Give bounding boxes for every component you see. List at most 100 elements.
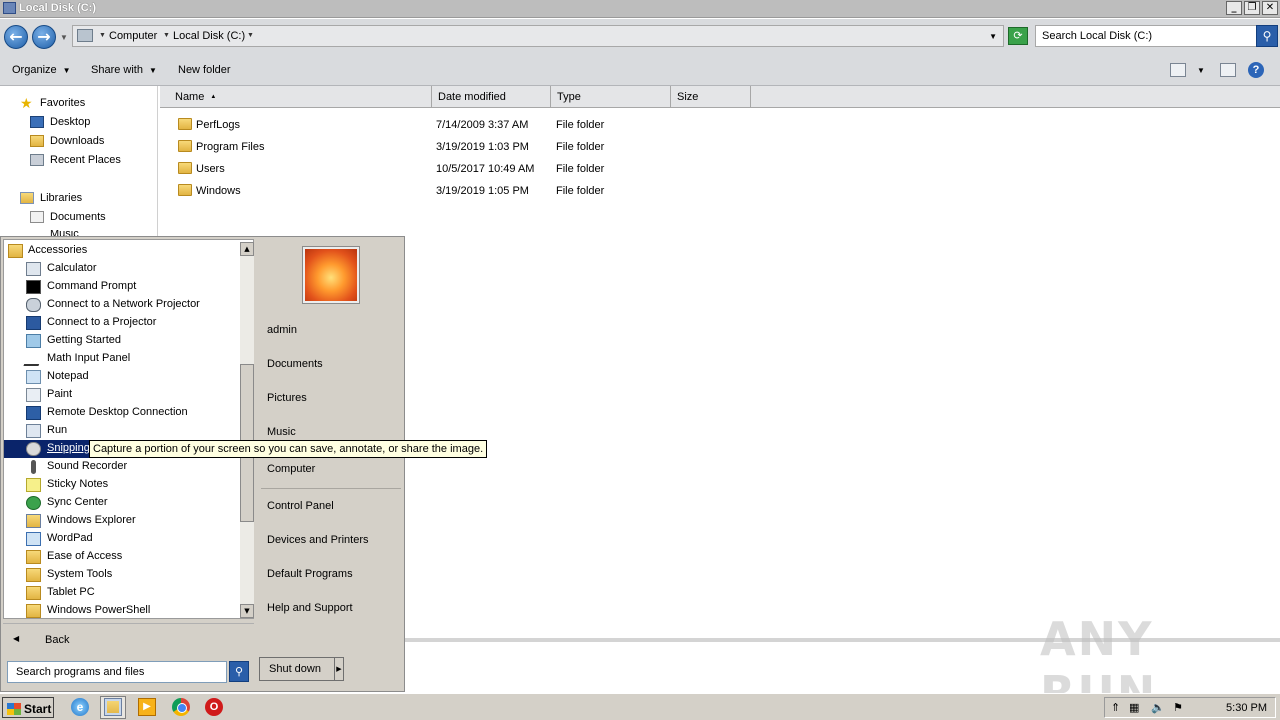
program-item-wordpad[interactable]: WordPad [4,530,238,548]
program-label: Paint [47,388,73,400]
search-icon[interactable]: ⚲ [1256,25,1278,47]
program-item-getting-started[interactable]: Getting Started [4,332,238,350]
program-item-windows-explorer[interactable]: Windows Explorer [4,512,238,530]
forward-arrow-icon[interactable]: → [32,25,56,49]
program-item-paint[interactable]: Paint [4,386,238,404]
shutdown-options-icon[interactable]: ▶ [334,657,344,681]
breadcrumb-local-disk[interactable]: Local Disk (C:) [173,30,245,42]
nav-item-desktop[interactable]: Desktop [30,116,90,128]
program-item-sync-center[interactable]: Sync Center [4,494,238,512]
scroll-down-icon[interactable]: ▼ [240,604,254,618]
program-item-tablet-pc[interactable]: Tablet PC [4,584,238,602]
organize-button[interactable]: Organize ▼ [12,64,71,76]
program-item-math-input-panel[interactable]: Math Input Panel [4,350,238,368]
programs-scrollbar[interactable]: ▲ ▼ [240,242,254,618]
program-item-accessories[interactable]: Accessories [4,242,238,260]
new-folder-button[interactable]: New folder [178,64,231,76]
windows-explorer-icon[interactable] [104,698,122,716]
preview-pane-icon[interactable] [1220,63,1236,77]
folder-icon [178,162,192,174]
program-item-calculator[interactable]: Calculator [4,260,238,278]
column-date-modified[interactable]: Date modified [432,86,551,108]
shut-down-button[interactable]: Shut down [259,657,335,681]
program-item-command-prompt[interactable]: Command Prompt [4,278,238,296]
start-search-input[interactable]: Search programs and files [7,661,227,683]
column-size[interactable]: Size [671,86,751,108]
address-bar[interactable]: ▼ Computer ▼ Local Disk (C:) ▼ ▼ [72,25,1004,47]
link-help-and-support[interactable]: Help and Support [267,602,353,614]
file-date: 3/19/2019 1:03 PM [436,141,529,153]
address-dropdown-icon[interactable]: ▼ [989,32,997,41]
link-documents[interactable]: Documents [267,358,323,370]
chrome-icon[interactable] [172,698,190,716]
breadcrumb-computer[interactable]: Computer [109,30,157,42]
search-icon[interactable]: ⚲ [229,661,249,682]
link-computer[interactable]: Computer [267,463,315,475]
recent-pages-dropdown-icon[interactable]: ▼ [60,33,68,42]
program-item-remote-desktop[interactable]: Remote Desktop Connection [4,404,238,422]
share-with-button[interactable]: Share with ▼ [91,64,157,76]
file-type: File folder [556,185,605,197]
view-options-dropdown-icon[interactable]: ▼ [1197,66,1205,75]
close-button[interactable]: ✕ [1262,1,1278,15]
media-player-icon[interactable]: ▶ [138,698,156,716]
program-item-network-projector[interactable]: Connect to a Network Projector [4,296,238,314]
program-item-sticky-notes[interactable]: Sticky Notes [4,476,238,494]
table-row[interactable]: PerfLogs 7/14/2009 3:37 AM File folder [160,115,760,137]
change-view-icon[interactable] [1170,63,1186,77]
program-item-notepad[interactable]: Notepad [4,368,238,386]
column-type[interactable]: Type [551,86,671,108]
back-arrow-icon[interactable]: ← [4,25,28,49]
program-item-system-tools[interactable]: System Tools [4,566,238,584]
nav-favorites[interactable]: ★ Favorites [20,96,86,110]
refresh-icon[interactable]: ⟳ [1008,27,1028,45]
tooltip: Capture a portion of your screen so you … [89,440,488,458]
nav-item-recent-places[interactable]: Recent Places [30,154,121,166]
back-button[interactable]: ◀ Back [3,623,254,653]
nav-item-downloads[interactable]: Downloads [30,135,104,147]
restore-button[interactable]: ❐ [1244,1,1260,15]
link-default-programs[interactable]: Default Programs [267,568,353,580]
link-devices-and-printers[interactable]: Devices and Printers [267,534,369,546]
opera-icon[interactable]: O [205,698,223,716]
program-item-sound-recorder[interactable]: Sound Recorder [4,458,238,476]
action-center-flag-icon[interactable]: ⚑ [1173,701,1183,714]
link-pictures[interactable]: Pictures [267,392,307,404]
start-button[interactable]: Start [2,697,54,718]
nav-libraries[interactable]: Libraries [20,192,82,204]
program-label: Windows Explorer [47,514,136,526]
link-control-panel[interactable]: Control Panel [267,500,334,512]
file-name: Program Files [196,141,265,153]
window-controls: _ ❐ ✕ [1226,1,1278,15]
nav-item-documents[interactable]: Documents [30,211,106,223]
breadcrumb-arrow-icon[interactable]: ▼ [247,32,254,39]
program-item-windows-powershell[interactable]: Windows PowerShell [4,602,238,620]
internet-explorer-icon[interactable]: e [71,698,89,716]
network-icon[interactable]: ▦ [1129,701,1139,714]
clock[interactable]: 5:30 PM [1226,702,1267,714]
link-music[interactable]: Music [267,426,296,438]
table-row[interactable]: Program Files 3/19/2019 1:03 PM File fol… [160,137,760,159]
breadcrumb-arrow-icon[interactable]: ▼ [163,32,170,39]
program-item-ease-of-access[interactable]: Ease of Access [4,548,238,566]
show-hidden-icons-icon[interactable]: ⇑ [1111,701,1120,714]
minimize-button[interactable]: _ [1226,1,1242,15]
program-item-projector[interactable]: Connect to a Projector [4,314,238,332]
nav-favorites-label: Favorites [40,97,86,109]
program-item-run[interactable]: Run [4,422,238,440]
breadcrumb-arrow-icon[interactable]: ▼ [99,32,106,39]
volume-icon[interactable]: 🔈 [1151,701,1165,714]
search-input[interactable]: Search Local Disk (C:) [1035,25,1257,47]
scroll-up-icon[interactable]: ▲ [240,242,254,256]
nav-item-label: Recent Places [50,154,121,166]
table-row[interactable]: Windows 3/19/2019 1:05 PM File folder [160,181,760,203]
table-row[interactable]: Users 10/5/2017 10:49 AM File folder [160,159,760,181]
program-label: Math Input Panel [47,352,131,364]
column-name[interactable]: Name ▲ [168,86,432,108]
link-user-folder[interactable]: admin [267,324,297,336]
organize-label: Organize [12,64,57,76]
help-icon[interactable]: ? [1248,62,1264,78]
desktop-icon [30,116,44,128]
user-avatar[interactable] [303,247,359,303]
sticky-notes-icon [26,478,41,492]
